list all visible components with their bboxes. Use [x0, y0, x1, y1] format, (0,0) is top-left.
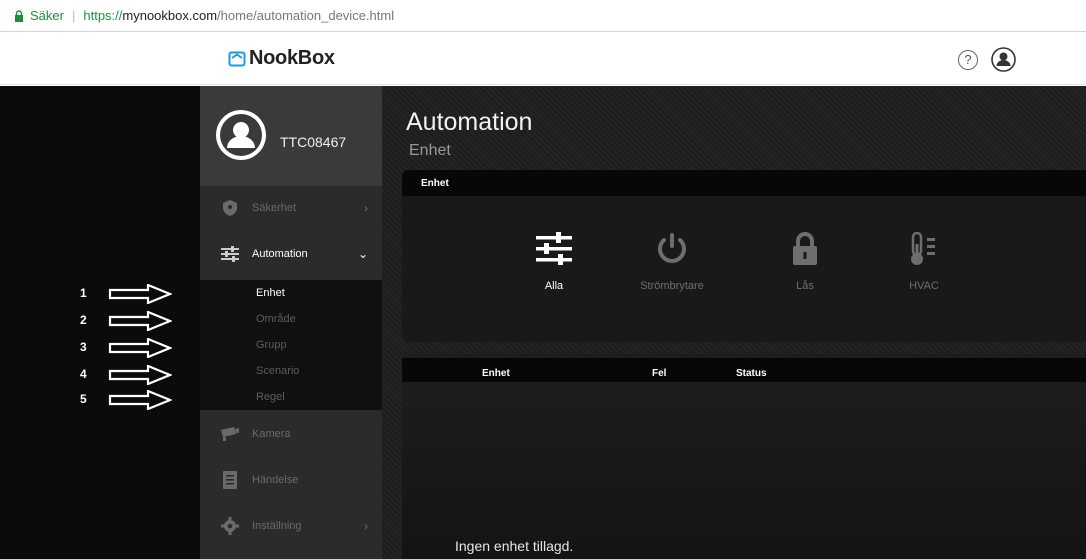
sidebar-item-kamera[interactable]: Kamera	[200, 412, 382, 456]
column-header-status[interactable]: Status	[736, 368, 767, 379]
device-type-label: Strömbrytare	[640, 280, 704, 292]
browser-address-bar[interactable]: Säker | https://mynookbox.com/home/autom…	[0, 0, 1086, 32]
annotation-arrow-4: 4	[0, 365, 200, 385]
url-host: mynookbox.com	[122, 8, 218, 23]
sidebar-item-installning[interactable]: Inställning ›	[200, 504, 382, 548]
top-header: NookBox ?	[0, 33, 1086, 85]
sidebar-item-label: Inställning	[252, 520, 302, 532]
panel-header-label: Enhet	[421, 178, 449, 189]
empty-state-message: Ingen enhet tillagd.	[455, 538, 574, 554]
sidebar-item-handelse[interactable]: Händelse	[200, 458, 382, 502]
page-title: Automation	[406, 108, 533, 136]
event-log-icon	[220, 471, 240, 489]
arrow-right-icon	[108, 311, 172, 331]
arrow-right-icon	[108, 390, 172, 410]
camera-icon	[220, 425, 240, 443]
nookbox-logo-icon	[228, 51, 246, 66]
lock-icon	[15, 9, 23, 22]
user-account-icon[interactable]	[991, 47, 1016, 72]
device-type-strombrytare[interactable]: Strömbrytare	[627, 226, 717, 292]
device-type-label: HVAC	[909, 280, 939, 292]
device-type-panel: Enhet Alla Strömbrytare Lås HVAC	[402, 170, 1086, 342]
arrow-right-icon	[108, 284, 172, 304]
device-type-label: Alla	[544, 280, 564, 292]
help-button[interactable]: ?	[958, 50, 978, 70]
device-type-alla[interactable]: Alla	[509, 226, 599, 292]
annotation-number: 2	[80, 313, 87, 327]
sidebar-item-label: Kamera	[252, 428, 291, 440]
thermometer-icon	[879, 226, 969, 266]
panel-header: Enhet	[402, 170, 1086, 196]
chevron-right-icon: ›	[364, 519, 368, 533]
device-type-hvac[interactable]: HVAC	[879, 226, 969, 292]
annotation-number: 1	[80, 286, 87, 300]
column-header-fel[interactable]: Fel	[652, 368, 666, 379]
lock-icon	[760, 226, 850, 266]
avatar	[216, 110, 266, 160]
chevron-down-icon: ⌄	[357, 247, 368, 261]
table-header: Enhet Fel Status	[402, 358, 1086, 382]
brand-logo[interactable]: NookBox	[228, 47, 335, 70]
power-icon	[627, 226, 717, 266]
arrow-right-icon	[108, 338, 172, 358]
annotation-arrow-2: 2	[0, 311, 200, 331]
annotation-number: 4	[80, 367, 87, 381]
user-avatar-icon	[220, 114, 262, 156]
shield-icon	[220, 199, 240, 217]
device-type-label: Lås	[796, 280, 814, 292]
annotation-arrow-5: 5	[0, 390, 200, 410]
submenu-item-scenario[interactable]: Scenario	[200, 358, 382, 384]
sidebar-item-label: Händelse	[252, 474, 299, 486]
sliders-icon	[509, 226, 599, 266]
profile-card[interactable]: TTC08467	[200, 86, 382, 186]
chevron-right-icon: ›	[364, 201, 368, 215]
gear-icon	[220, 517, 240, 535]
device-table: Enhet Fel Status	[402, 354, 1086, 559]
address-separator: |	[71, 8, 76, 23]
url-protocol: https://	[83, 8, 123, 23]
sidebar-item-label: Automation	[252, 248, 308, 260]
url-path: /home/automation_device.html	[217, 8, 395, 23]
annotation-arrow-1: 1	[0, 284, 200, 304]
annotation-number: 3	[80, 340, 87, 354]
arrow-right-icon	[108, 365, 172, 385]
sliders-icon	[220, 245, 240, 263]
brand-name: NookBox	[249, 47, 335, 69]
sidebar: TTC08467 Säkerhet › Automation ⌄ Enhet O…	[200, 86, 382, 559]
annotation-arrow-3: 3	[0, 338, 200, 358]
secure-label: Säker	[30, 8, 64, 23]
submenu-item-regel[interactable]: Regel	[200, 384, 382, 410]
device-type-las[interactable]: Lås	[760, 226, 850, 292]
sidebar-item-automation[interactable]: Automation ⌄	[200, 232, 382, 276]
submenu-item-omrade[interactable]: Område	[200, 306, 382, 332]
username: TTC08467	[280, 134, 347, 150]
page-subtitle: Enhet	[409, 142, 451, 159]
submenu-item-enhet[interactable]: Enhet	[200, 280, 382, 306]
column-header-enhet[interactable]: Enhet	[482, 368, 510, 379]
sidebar-item-label: Säkerhet	[252, 202, 297, 214]
submenu-item-grupp[interactable]: Grupp	[200, 332, 382, 358]
sidebar-item-sakerhet[interactable]: Säkerhet ›	[200, 186, 382, 230]
annotation-number: 5	[80, 392, 87, 406]
